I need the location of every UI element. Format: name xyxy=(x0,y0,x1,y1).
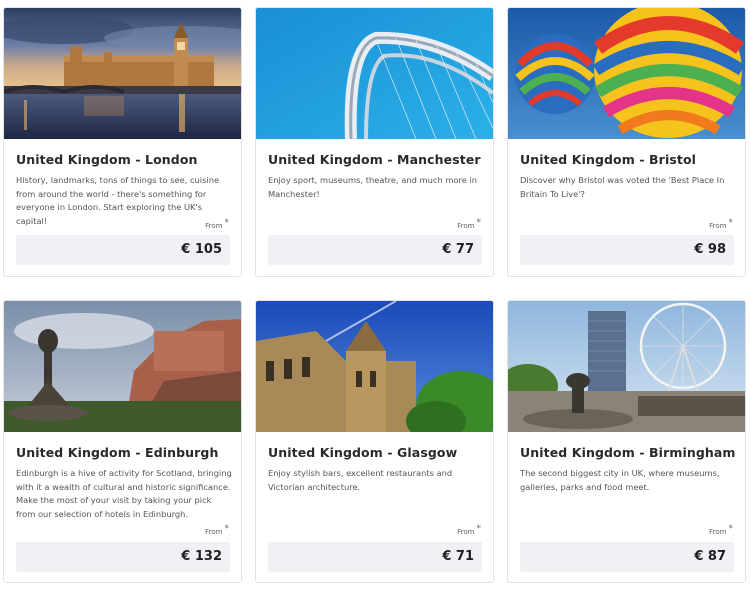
destination-card-birmingham[interactable]: United Kingdom - Birmingham The second b… xyxy=(507,300,746,583)
price-box[interactable]: € 87 xyxy=(520,542,734,572)
price-value: € 105 xyxy=(181,242,222,257)
destination-description: Edinburgh is a hive of activity for Scot… xyxy=(16,468,232,519)
price-from-label: From * xyxy=(709,524,733,536)
destination-description: History, landmarks, tons of things to se… xyxy=(16,175,220,226)
glasgow-university-photo[interactable] xyxy=(256,301,493,432)
destination-card-london[interactable]: United Kingdom - London History, landmar… xyxy=(3,7,242,277)
price-box[interactable]: € 132 xyxy=(16,542,230,572)
destination-title[interactable]: United Kingdom - Bristol xyxy=(520,152,737,167)
destination-title[interactable]: United Kingdom - Glasgow xyxy=(268,445,485,460)
destination-description: Discover why Bristol was voted the 'Best… xyxy=(520,175,725,199)
destination-description: The second biggest city in UK, where mus… xyxy=(520,468,720,492)
edinburgh-castle-photo[interactable] xyxy=(4,301,241,432)
price-value: € 87 xyxy=(694,549,726,564)
destination-description: Enjoy stylish bars, excellent restaurant… xyxy=(268,468,453,492)
destination-description: Enjoy sport, museums, theatre, and much … xyxy=(268,175,478,199)
price-value: € 71 xyxy=(442,549,474,564)
price-from-label: From * xyxy=(205,218,229,230)
price-box[interactable]: € 71 xyxy=(268,542,482,572)
destination-title[interactable]: United Kingdom - Manchester xyxy=(268,152,485,167)
price-from-label: From * xyxy=(205,524,229,536)
birmingham-wheel-photo[interactable] xyxy=(508,301,745,432)
destination-card-manchester[interactable]: United Kingdom - Manchester Enjoy sport,… xyxy=(255,7,494,277)
destination-card-bristol[interactable]: United Kingdom - Bristol Discover why Br… xyxy=(507,7,746,277)
destination-card-glasgow[interactable]: United Kingdom - Glasgow Enjoy stylish b… xyxy=(255,300,494,583)
london-westminster-photo[interactable] xyxy=(4,8,241,139)
destination-title[interactable]: United Kingdom - London xyxy=(16,152,233,167)
destination-card-edinburgh[interactable]: United Kingdom - Edinburgh Edinburgh is … xyxy=(3,300,242,583)
price-from-label: From * xyxy=(709,218,733,230)
price-box[interactable]: € 98 xyxy=(520,235,734,265)
price-value: € 98 xyxy=(694,242,726,257)
price-value: € 77 xyxy=(442,242,474,257)
price-from-label: From * xyxy=(457,218,481,230)
destination-title[interactable]: United Kingdom - Birmingham xyxy=(520,445,737,460)
price-value: € 132 xyxy=(181,549,222,564)
price-box[interactable]: € 77 xyxy=(268,235,482,265)
destination-grid: United Kingdom - London History, landmar… xyxy=(0,0,750,590)
bristol-balloons-photo[interactable] xyxy=(508,8,745,139)
price-from-label: From * xyxy=(457,524,481,536)
destination-title[interactable]: United Kingdom - Edinburgh xyxy=(16,445,233,460)
manchester-bridge-photo[interactable] xyxy=(256,8,493,139)
price-box[interactable]: € 105 xyxy=(16,235,230,265)
